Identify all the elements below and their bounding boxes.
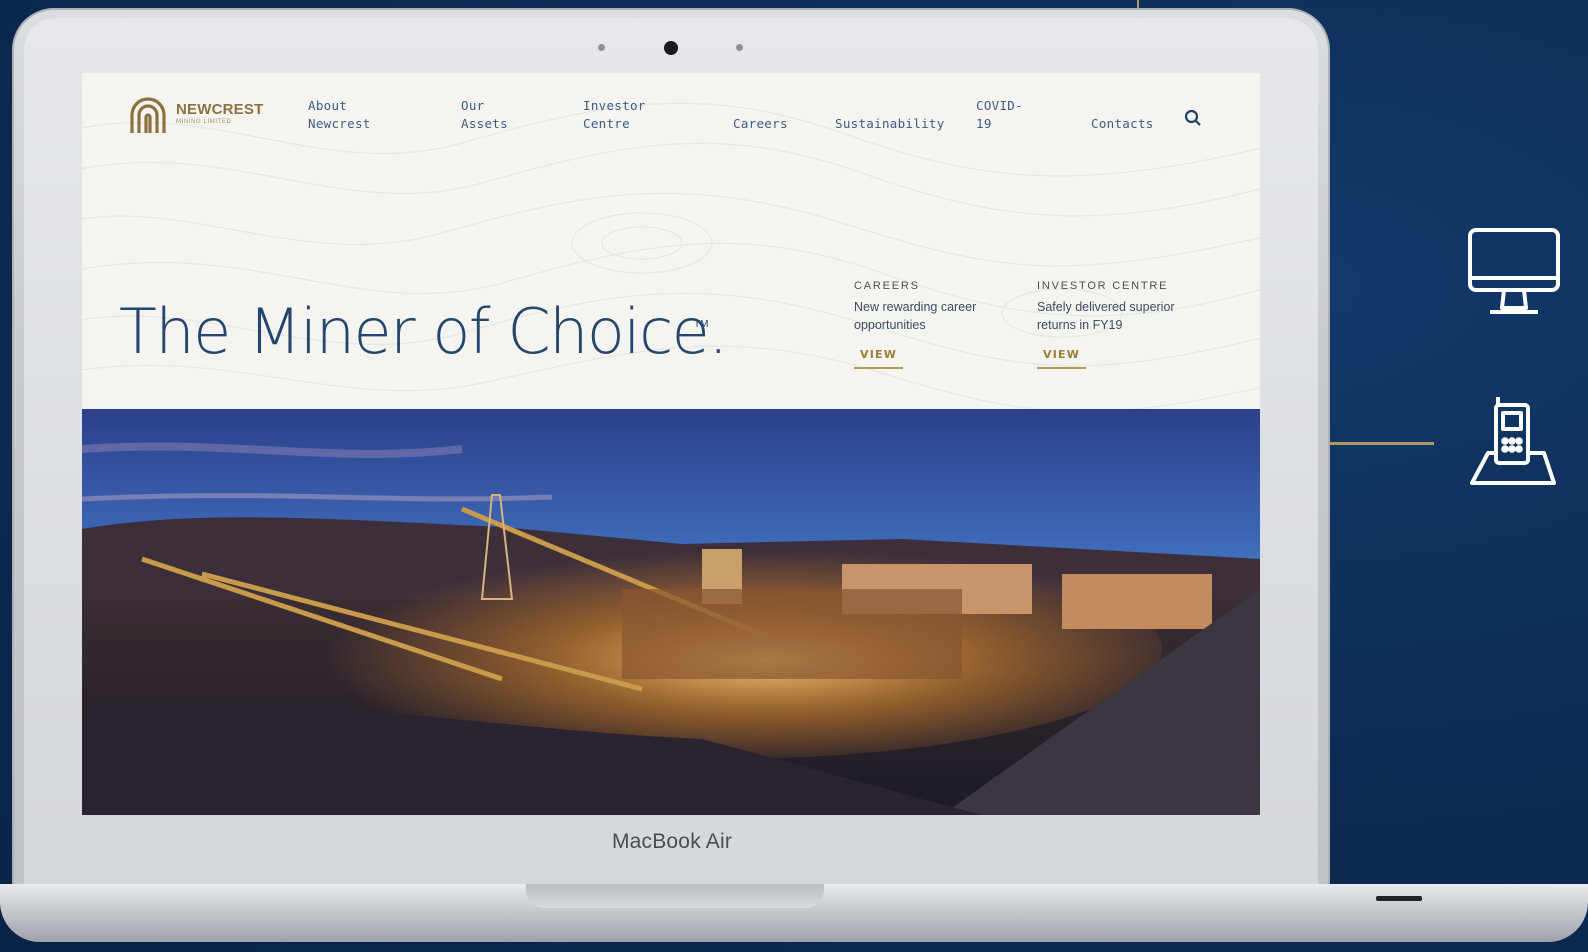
nav-our-assets[interactable]: Our Assets	[461, 97, 508, 133]
nav-careers[interactable]: Careers	[733, 115, 788, 133]
gold-divider	[1320, 442, 1434, 445]
laptop-hinge-notch	[526, 884, 824, 908]
logo-subtitle: MINING LIMITED	[176, 119, 232, 125]
trademark-symbol: TM	[694, 319, 709, 330]
camera-sensor-right	[736, 44, 743, 51]
site-header: NEWCREST MINING LIMITED About Newcrest O…	[82, 73, 1260, 163]
hero-title: The Miner of Choice.	[119, 295, 728, 368]
investor-view-link[interactable]: VIEW	[1037, 348, 1087, 369]
mine-site-hero-image	[82, 409, 1260, 815]
nav-covid-19[interactable]: COVID- 19	[976, 97, 1023, 133]
search-icon[interactable]	[1184, 109, 1202, 127]
camera-sensor-left	[598, 44, 605, 51]
laptop-screen: NEWCREST MINING LIMITED About Newcrest O…	[82, 73, 1260, 815]
monitor-icon	[1468, 228, 1560, 314]
laptop-brand-label: MacBook Air	[611, 830, 733, 853]
newcrest-logo-icon[interactable]	[126, 93, 170, 137]
nav-contacts[interactable]: Contacts	[1091, 115, 1154, 133]
nav-investor-centre[interactable]: Investor Centre	[583, 97, 646, 133]
promo-label: CAREERS	[854, 280, 920, 292]
promo-label: INVESTOR CENTRE	[1037, 280, 1169, 292]
phone-icon	[1470, 397, 1556, 485]
nav-sustainability[interactable]: Sustainability	[835, 115, 945, 133]
logo-wordmark[interactable]: NEWCREST	[176, 101, 263, 118]
promo-text: Safely delivered superior returns in FY1…	[1037, 300, 1175, 332]
laptop-port	[1376, 896, 1422, 901]
promo-investor-centre: INVESTOR CENTRE Safely delivered superio…	[1037, 280, 1197, 369]
promo-text: New rewarding career opportunities	[854, 300, 977, 332]
promo-careers: CAREERS New rewarding career opportuniti…	[854, 280, 1014, 369]
camera-icon	[664, 41, 678, 55]
careers-view-link[interactable]: VIEW	[854, 348, 904, 369]
nav-about-newcrest[interactable]: About Newcrest	[308, 97, 371, 133]
